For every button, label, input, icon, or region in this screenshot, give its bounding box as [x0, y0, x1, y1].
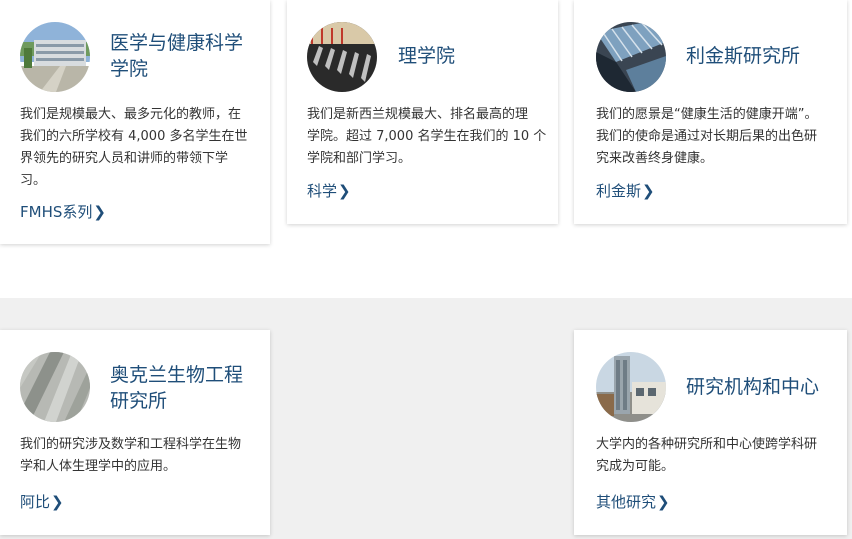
link-label: FMHS系列 — [20, 203, 93, 221]
link-label: 其他研究 — [596, 493, 657, 511]
chevron-right-icon: ❯ — [642, 182, 655, 200]
card-fmhs: 医学与健康科学 学院 我们是规模最大、最多元化的教师，在 我们的六所学校有 4,0… — [0, 0, 270, 244]
card-description: 我们的愿景是“健康生活的健康开端”。 我们的使命是通过对长期后果的出色研 究来改… — [596, 107, 818, 166]
link-label: 阿比 — [20, 493, 51, 511]
card-title: 理学院 — [398, 45, 456, 67]
link-label: 利金斯 — [596, 182, 642, 200]
card-other-research: 研究机构和中心 大学内的各种研究所和中心使跨学科研 究成为可能。 其他研究❯ — [574, 330, 847, 535]
card-liggins: 利金斯研究所 我们的愿景是“健康生活的健康开端”。 我们的使命是通过对长期后果的… — [574, 0, 847, 224]
card-title: 研究机构和中心 — [686, 376, 820, 398]
abstract-blur-photo-icon — [20, 352, 90, 422]
card-description: 我们是规模最大、最多元化的教师，在 我们的六所学校有 4,000 多名学生在世 … — [20, 107, 248, 188]
campus-building-photo-icon — [20, 22, 90, 92]
card-title: 医学与健康科学 学院 — [110, 32, 244, 80]
link-abi[interactable]: 阿比❯ — [20, 492, 64, 512]
glass-facade-photo-icon — [596, 22, 666, 92]
chevron-right-icon: ❯ — [93, 203, 106, 221]
card-title: 利金斯研究所 — [686, 45, 801, 67]
link-fmhs[interactable]: FMHS系列❯ — [20, 202, 106, 222]
card-description: 我们是新西兰规模最大、排名最高的理 学院。超过 7,000 名学生在我们的 10… — [307, 107, 547, 166]
lab-structure-photo-icon — [307, 22, 377, 92]
card-title: 奥克兰生物工程 研究所 — [110, 364, 244, 412]
chevron-right-icon: ❯ — [51, 493, 64, 511]
chevron-right-icon: ❯ — [657, 493, 670, 511]
link-science[interactable]: 科学❯ — [307, 181, 351, 201]
card-abi: 奥克兰生物工程 研究所 我们的研究涉及数学和工程科学在生物 学和人体生理学中的应用… — [0, 330, 270, 535]
card-description: 大学内的各种研究所和中心使跨学科研 究成为可能。 — [596, 437, 818, 474]
link-other-research[interactable]: 其他研究❯ — [596, 492, 670, 512]
link-liggins[interactable]: 利金斯❯ — [596, 181, 655, 201]
card-science: 理学院 我们是新西兰规模最大、排名最高的理 学院。超过 7,000 名学生在我们… — [287, 0, 558, 224]
link-label: 科学 — [307, 182, 338, 200]
card-description: 我们的研究涉及数学和工程科学在生物 学和人体生理学中的应用。 — [20, 437, 242, 474]
chevron-right-icon: ❯ — [338, 182, 351, 200]
tower-building-photo-icon — [596, 352, 666, 422]
